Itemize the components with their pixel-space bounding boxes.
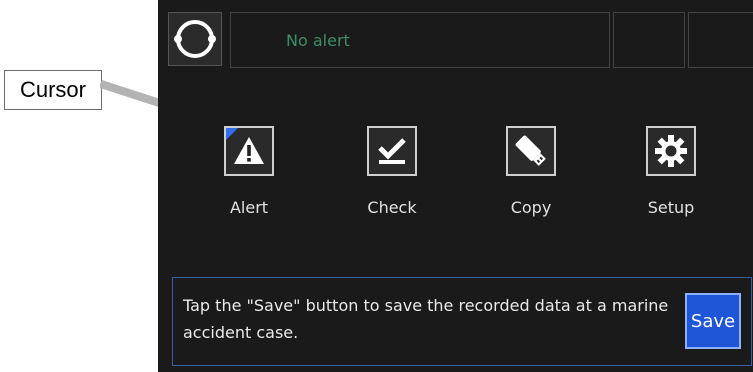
top-status-bar: No alert bbox=[158, 0, 753, 80]
usb-drive-icon bbox=[506, 126, 556, 176]
copy-menu-label: Copy bbox=[510, 198, 552, 217]
message-panel: Tap the "Save" button to save the record… bbox=[172, 277, 752, 366]
status-slot-1[interactable] bbox=[613, 12, 685, 68]
alert-menu-button[interactable]: Alert bbox=[199, 126, 299, 236]
cursor-callout-text: Cursor bbox=[19, 77, 86, 102]
status-slot-2[interactable] bbox=[688, 12, 753, 68]
checkmark-icon bbox=[367, 126, 417, 176]
alert-status-field[interactable]: No alert bbox=[230, 12, 610, 68]
setup-menu-button[interactable]: Setup bbox=[621, 126, 721, 236]
alert-status-text: No alert bbox=[286, 30, 350, 50]
check-menu-button[interactable]: Check bbox=[342, 126, 442, 236]
alert-menu-label: Alert bbox=[229, 198, 269, 217]
copy-menu-button[interactable]: Copy bbox=[481, 126, 581, 236]
gear-icon bbox=[646, 126, 696, 176]
setup-menu-label: Setup bbox=[647, 198, 695, 217]
check-menu-label: Check bbox=[367, 198, 417, 217]
save-button[interactable]: Save bbox=[685, 293, 741, 349]
warning-triangle-icon bbox=[224, 126, 274, 176]
cursor-callout-label: Cursor bbox=[4, 70, 102, 110]
logo-icon bbox=[168, 12, 222, 66]
message-text: Tap the "Save" button to save the record… bbox=[183, 296, 669, 342]
focus-corner-marker bbox=[226, 128, 238, 140]
device-screen: No alert Alert Check Copy Setup Tap the … bbox=[158, 0, 753, 372]
